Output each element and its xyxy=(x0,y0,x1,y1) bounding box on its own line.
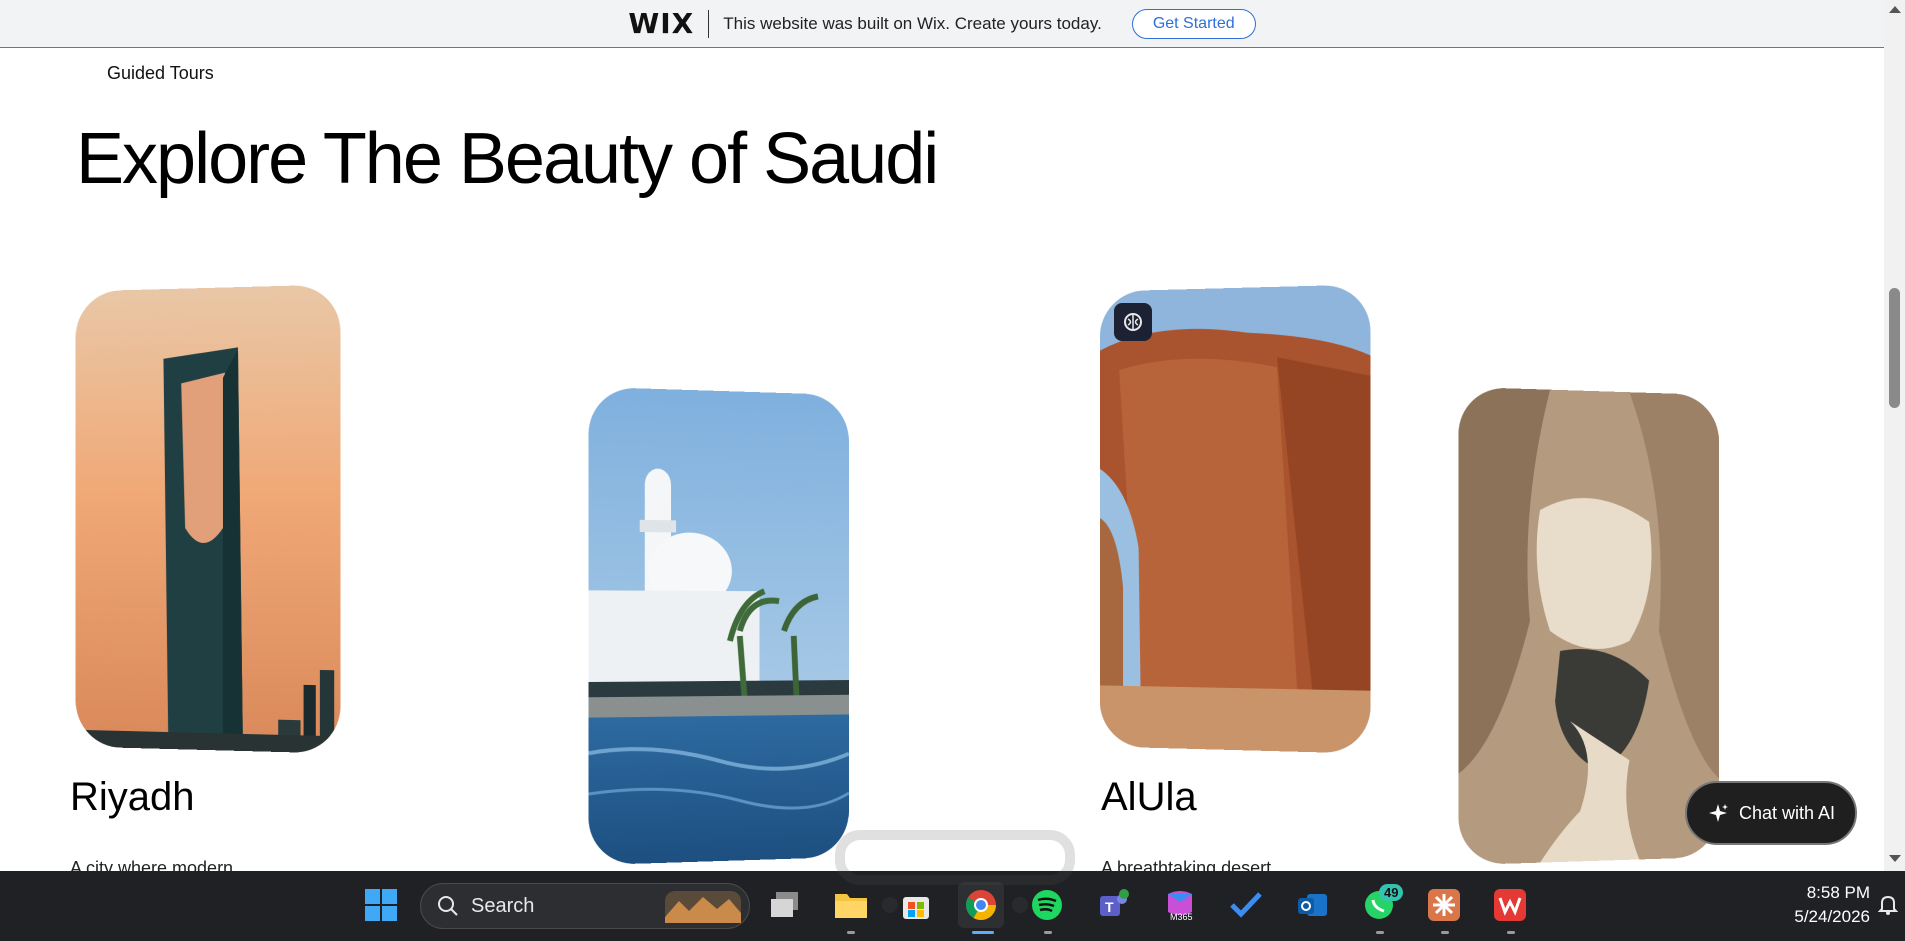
clock-time: 8:58 PM xyxy=(1806,883,1870,902)
alula-elephant-rock-image[interactable] xyxy=(1099,284,1371,754)
brain-icon[interactable] xyxy=(1114,303,1152,341)
taskbar-search-input[interactable]: Search xyxy=(420,883,750,929)
search-icon xyxy=(438,896,458,916)
wix-banner-message: This website was built on Wix. Create yo… xyxy=(723,13,1102,33)
chrome-icon[interactable] xyxy=(958,882,1004,928)
jeddah-mosque-image[interactable] xyxy=(588,386,849,866)
taskbar-running-indicator xyxy=(1441,931,1449,934)
svg-text:T: T xyxy=(1105,899,1114,915)
windows-taskbar xyxy=(0,871,1905,941)
city-name-alula: AlUla xyxy=(1101,775,1197,819)
windows-start-icon[interactable] xyxy=(358,882,404,928)
taskbar-running-indicator xyxy=(1044,931,1052,934)
city-name-riyadh: Riyadh xyxy=(70,775,195,819)
page-title: Explore The Beauty of Saudi xyxy=(76,119,939,199)
canyon-rock-image[interactable] xyxy=(1458,386,1719,866)
sparkle-icon xyxy=(1708,804,1728,822)
search-placeholder: Search xyxy=(471,894,535,917)
teams-icon[interactable]: T xyxy=(1090,882,1136,928)
chat-with-ai-button[interactable]: Chat with AI xyxy=(1685,781,1857,845)
chat-label: Chat with AI xyxy=(1738,802,1836,823)
file-explorer-icon[interactable] xyxy=(828,882,874,928)
get-started-button[interactable]: Get Started xyxy=(1131,8,1256,39)
whatsapp-notification-badge: 49 xyxy=(1379,884,1404,901)
microsoft-365-icon[interactable]: M365 xyxy=(1157,882,1203,928)
taskbar-running-indicator xyxy=(1507,931,1515,934)
page-scrollbar[interactable] xyxy=(1884,0,1905,871)
scroll-up-arrow-icon[interactable] xyxy=(1889,6,1901,13)
clock-date: 5/24/2026 xyxy=(1794,907,1870,926)
banner-divider xyxy=(708,9,710,38)
taskbar-running-indicator xyxy=(1376,931,1384,934)
scroll-thumb[interactable] xyxy=(1889,288,1900,408)
microsoft-store-icon[interactable] xyxy=(893,882,939,928)
wix-banner: WIX This website was built on Wix. Creat… xyxy=(0,0,1884,48)
system-clock[interactable]: 8:58 PM 5/24/2026 xyxy=(1740,881,1870,929)
outlook-icon[interactable] xyxy=(1289,882,1335,928)
taskbar-active-indicator xyxy=(972,931,994,934)
todo-check-icon[interactable] xyxy=(1223,882,1269,928)
notification-bell-icon[interactable] xyxy=(1875,882,1901,928)
scroll-down-arrow-icon[interactable] xyxy=(1889,855,1901,862)
riyadh-image[interactable] xyxy=(75,284,341,754)
wps-office-icon[interactable] xyxy=(1487,882,1533,928)
task-view-icon[interactable] xyxy=(762,882,808,928)
search-highlight-image xyxy=(665,891,741,923)
wix-logo[interactable]: WIX xyxy=(628,7,694,40)
claude-app-icon[interactable] xyxy=(1421,882,1467,928)
nav-item-guided-tours[interactable]: Guided Tours xyxy=(107,63,214,84)
svg-text:M365: M365 xyxy=(1170,912,1193,922)
taskbar-running-indicator xyxy=(847,931,855,934)
spotify-icon[interactable] xyxy=(1024,882,1070,928)
